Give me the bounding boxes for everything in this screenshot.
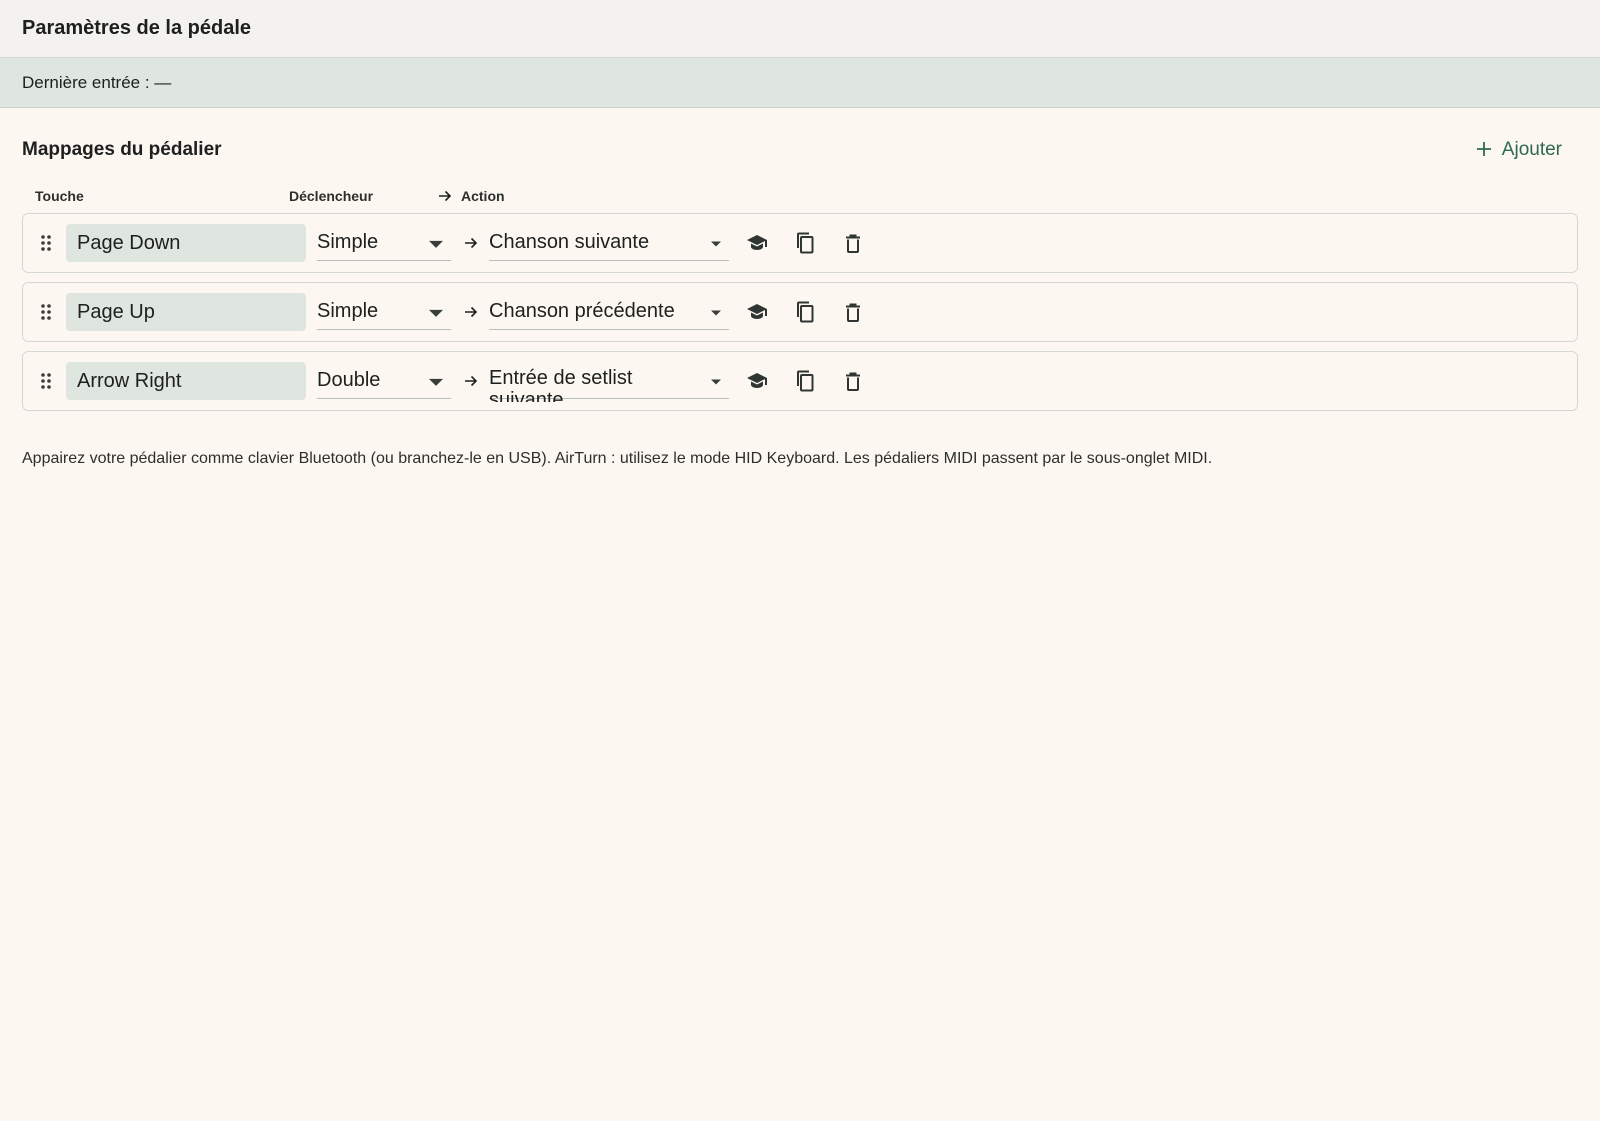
mapping-row: Page Up Simple Chanson précédente [22,282,1578,342]
column-header-action: Action [437,188,505,204]
copy-icon [797,301,814,323]
learn-button[interactable] [739,294,775,330]
add-mapping-button[interactable]: Ajouter [1468,132,1578,168]
chevron-down-icon [429,309,443,317]
chevron-down-icon [429,378,443,386]
mappings-section: Mappages du pédalier Ajouter Touche Décl… [0,127,1600,468]
last-input-status: Dernière entrée : — [22,72,172,92]
mappings-title: Mappages du pédalier [22,139,222,160]
page-header: Paramètres de la pédale [0,0,1600,58]
trigger-value: Simple [317,300,379,322]
trash-icon [846,303,860,322]
key-field[interactable]: Arrow Right [66,362,306,400]
plus-icon [1476,138,1492,162]
action-value: Chanson précédente [489,300,675,322]
column-headers: Touche Déclencheur Action [22,181,1578,211]
chevron-down-icon [711,241,721,246]
add-mapping-label: Ajouter [1501,139,1562,160]
action-select[interactable]: Entrée de setlist suivante [489,364,729,402]
trigger-value: Double [317,369,381,391]
action-select[interactable]: Chanson suivante [489,226,729,261]
row-actions [733,294,871,330]
arrow-right-icon [465,306,478,318]
drag-handle-icon[interactable] [37,300,55,324]
mappings-header: Mappages du pédalier Ajouter [22,127,1578,173]
chevron-down-icon [711,379,721,384]
key-field[interactable]: Page Up [66,293,306,331]
duplicate-button[interactable] [787,225,823,261]
page-title: Paramètres de la pédale [22,17,252,39]
trash-icon [846,372,860,391]
trash-icon [846,234,860,253]
delete-button[interactable] [835,363,871,399]
action-select[interactable]: Chanson précédente [489,295,729,330]
trigger-select[interactable]: Simple [317,295,451,330]
trigger-select[interactable]: Double [317,364,451,399]
delete-button[interactable] [835,294,871,330]
key-field[interactable]: Page Down [66,224,306,262]
delete-button[interactable] [835,225,871,261]
arrow-right-icon [465,375,478,387]
mapping-row: Arrow Right Double Entrée de setlist sui… [22,351,1578,411]
last-input-bar: Dernière entrée : — [0,58,1600,108]
drag-handle-icon[interactable] [37,369,55,393]
column-header-trigger: Déclencheur [289,188,374,204]
learn-button[interactable] [739,363,775,399]
chevron-down-icon [711,310,721,315]
drag-handle-icon[interactable] [37,231,55,255]
column-header-action-label: Action [461,188,505,204]
graduation-cap-icon [747,235,767,250]
mapping-row: Page Down Simple Chanson suivante [22,213,1578,273]
column-header-key: Touche [35,188,84,204]
action-value: Chanson suivante [489,231,650,253]
mapping-list: Page Down Simple Chanson suivante Page U… [22,213,1578,411]
row-actions [733,363,871,399]
graduation-cap-icon [747,304,767,319]
learn-button[interactable] [739,225,775,261]
graduation-cap-icon [747,373,767,388]
trigger-value: Simple [317,231,379,253]
row-actions [733,225,871,261]
arrow-right-icon [439,190,452,202]
duplicate-button[interactable] [787,363,823,399]
chevron-down-icon [429,240,443,248]
help-text: Appairez votre pédalier comme clavier Bl… [22,450,1213,467]
arrow-right-icon [465,237,478,249]
copy-icon [797,232,814,254]
trigger-select[interactable]: Simple [317,226,451,261]
action-value: Entrée de setlist suivante [489,367,633,402]
copy-icon [797,370,814,392]
duplicate-button[interactable] [787,294,823,330]
